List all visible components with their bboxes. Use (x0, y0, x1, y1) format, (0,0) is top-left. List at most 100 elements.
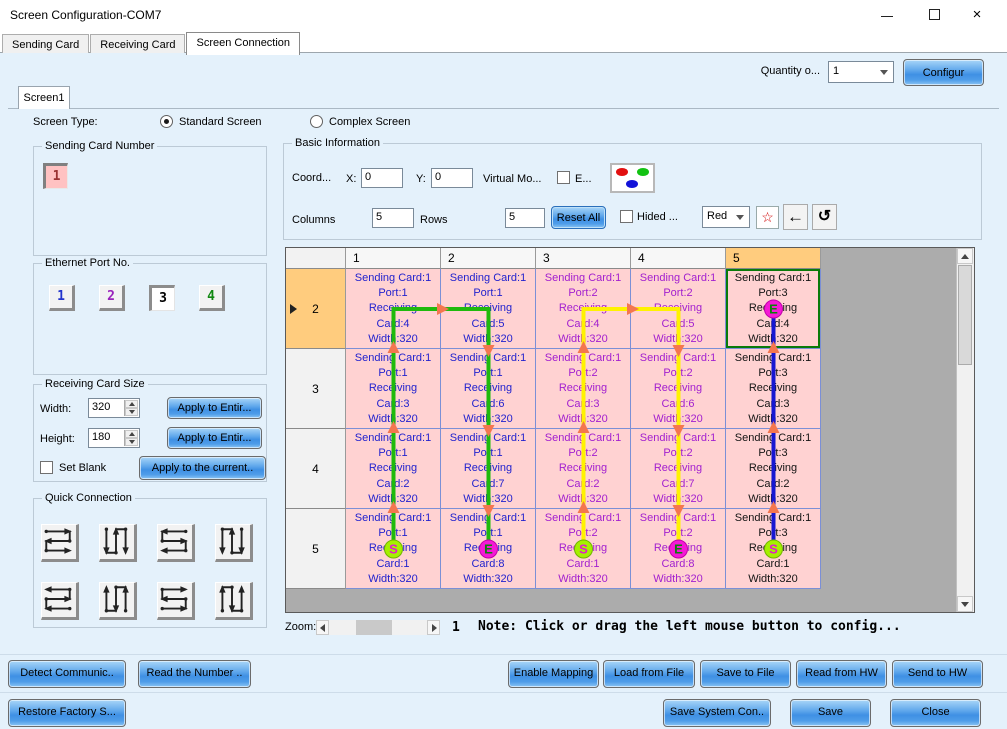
save-system-con-button[interactable]: Save System Con.. (663, 699, 771, 727)
apply-width-button[interactable]: Apply to Entir... (167, 397, 262, 419)
send-to-hw-button[interactable]: Send to HW (892, 660, 983, 688)
horizontal-bottom-left-icon (158, 583, 190, 615)
main-tab-screen-connection[interactable]: Screen Connection (186, 32, 300, 55)
grid-column-header-3[interactable]: 3 (536, 248, 631, 269)
grid-cell-row5-col4[interactable]: Sending Card:1Port:2ReceivingCard:8Width… (631, 509, 726, 589)
grid-column-header-2[interactable]: 2 (441, 248, 536, 269)
grid-cell-row3-col1[interactable]: Sending Card:1Port:1ReceivingCard:3Width… (346, 349, 441, 429)
quick-connection-vertical-bottom-left-button[interactable] (215, 582, 253, 620)
grid-row-header-3[interactable]: 3 (286, 349, 346, 429)
radio-complex-screen[interactable] (310, 115, 323, 128)
mark-star-button[interactable]: ☆ (756, 206, 779, 229)
read-from-hw-button[interactable]: Read from HW (796, 660, 887, 688)
quick-connection-horizontal-bottom-right-button[interactable] (41, 582, 79, 620)
line-color-select[interactable]: Red (702, 206, 750, 228)
grid-column-header-4[interactable]: 4 (631, 248, 726, 269)
configure-button[interactable]: Configur (903, 59, 984, 86)
columns-input[interactable]: 5 (372, 208, 414, 228)
close-button[interactable]: Close (890, 699, 981, 727)
quick-connection-vertical-bottom-right-button[interactable] (99, 582, 137, 620)
virtual-pixel-button[interactable] (610, 163, 655, 193)
scrollbar-thumb[interactable] (958, 265, 972, 365)
quick-connection-panel: Quick Connection (33, 498, 267, 628)
height-input[interactable]: 180 (88, 428, 140, 448)
grid-column-header-5[interactable]: 5 (726, 248, 821, 269)
quick-connection-vertical-top-right-button[interactable] (215, 524, 253, 562)
grid-cell-row3-col3[interactable]: Sending Card:1Port:2ReceivingCard:3Width… (536, 349, 631, 429)
grid-cell-row2-col5[interactable]: Sending Card:1Port:3ReceivingCard:4Width… (726, 269, 821, 349)
radio-standard-screen[interactable] (160, 115, 173, 128)
grid-cell-row4-col4[interactable]: Sending Card:1Port:2ReceivingCard:7Width… (631, 429, 726, 509)
grid-cell-row5-col1[interactable]: Sending Card:1Port:1ReceivingCard:1Width… (346, 509, 441, 589)
save-to-file-button[interactable]: Save to File (700, 660, 791, 688)
save-button[interactable]: Save (790, 699, 871, 727)
load-from-file-button[interactable]: Load from File (603, 660, 695, 688)
grid-row-header-4[interactable]: 4 (286, 429, 346, 509)
zoom-slider-left-button[interactable] (316, 620, 329, 635)
reset-all-button[interactable]: Reset All (551, 206, 606, 229)
ethernet-port-4-button[interactable]: 4 (199, 285, 225, 311)
quantity-select[interactable]: 1 (828, 61, 894, 83)
maximize-button[interactable] (917, 1, 951, 29)
rows-label: Rows (420, 214, 448, 226)
grid-cell-line: Card:1 (726, 557, 820, 572)
grid-cell-line: Sending Card:1 (536, 431, 630, 446)
grid-cell-row2-col3[interactable]: Sending Card:1Port:2ReceivingCard:4Width… (536, 269, 631, 349)
quick-connection-horizontal-top-left-button[interactable] (41, 524, 79, 562)
x-input[interactable]: 0 (361, 168, 403, 188)
undo-button[interactable]: ↺ (812, 204, 837, 230)
ethernet-port-1-button[interactable]: 1 (49, 285, 75, 311)
scroll-down-button[interactable] (957, 596, 973, 612)
grid-row-header-2[interactable]: 2 (286, 269, 346, 349)
grid-cell-row2-col2[interactable]: Sending Card:1Port:1ReceivingCard:5Width… (441, 269, 536, 349)
minimize-button[interactable] (870, 1, 904, 29)
ethernet-port-3-button[interactable]: 3 (149, 285, 175, 311)
height-spinner[interactable] (124, 430, 138, 446)
grid-cell-row4-col2[interactable]: Sending Card:1Port:1ReceivingCard:7Width… (441, 429, 536, 509)
quick-connection-horizontal-top-right-button[interactable] (157, 524, 195, 562)
grid-column-header-1[interactable]: 1 (346, 248, 441, 269)
apply-current-button[interactable]: Apply to the current.. (139, 456, 266, 480)
grid-cell-line: Sending Card:1 (726, 431, 820, 446)
read-the-number-button[interactable]: Read the Number .. (138, 660, 251, 688)
grid-cell-row2-col4[interactable]: Sending Card:1Port:2ReceivingCard:5Width… (631, 269, 726, 349)
grid-cell-row3-col4[interactable]: Sending Card:1Port:2ReceivingCard:6Width… (631, 349, 726, 429)
rows-input[interactable]: 5 (505, 208, 545, 228)
grid-cell-line: Card:1 (346, 557, 440, 572)
grid-cell-row4-col5[interactable]: Sending Card:1Port:3ReceivingCard:2Width… (726, 429, 821, 509)
zoom-slider-thumb[interactable] (356, 620, 392, 635)
width-input[interactable]: 320 (88, 398, 140, 418)
apply-height-button[interactable]: Apply to Entir... (167, 427, 262, 449)
main-tab-receiving-card[interactable]: Receiving Card (90, 34, 185, 55)
grid-cell-row3-col5[interactable]: Sending Card:1Port:3ReceivingCard:3Width… (726, 349, 821, 429)
grid-cell-row4-col1[interactable]: Sending Card:1Port:1ReceivingCard:2Width… (346, 429, 441, 509)
zoom-slider[interactable] (316, 620, 440, 635)
quick-connection-horizontal-bottom-left-button[interactable] (157, 582, 195, 620)
grid-vertical-scrollbar[interactable] (956, 248, 974, 612)
hided-checkbox[interactable] (620, 210, 633, 223)
grid-row-header-5[interactable]: 5 (286, 509, 346, 589)
zoom-slider-right-button[interactable] (427, 620, 440, 635)
close-window-button[interactable]: × (960, 1, 994, 29)
grid-cell-row3-col2[interactable]: Sending Card:1Port:1ReceivingCard:6Width… (441, 349, 536, 429)
grid-cell-row5-col2[interactable]: Sending Card:1Port:1ReceivingCard:8Width… (441, 509, 536, 589)
grid-cell-row4-col3[interactable]: Sending Card:1Port:2ReceivingCard:2Width… (536, 429, 631, 509)
main-tab-sending-card[interactable]: Sending Card (2, 34, 89, 55)
tab-screen1[interactable]: Screen1 (18, 86, 70, 109)
y-input[interactable]: 0 (431, 168, 473, 188)
grid-cell-row5-col3[interactable]: Sending Card:1Port:2ReceivingCard:1Width… (536, 509, 631, 589)
restore-factory-s-button[interactable]: Restore Factory S... (8, 699, 126, 727)
enable-virtual-checkbox[interactable] (557, 171, 570, 184)
grid-cell-row5-col5[interactable]: Sending Card:1Port:3ReceivingCard:1Width… (726, 509, 821, 589)
sending-card-1[interactable]: 1 (43, 163, 68, 189)
detect-communic-button[interactable]: Detect Communic.. (8, 660, 126, 688)
set-blank-checkbox[interactable] (40, 461, 53, 474)
quick-connection-vertical-top-left-button[interactable] (99, 524, 137, 562)
ethernet-port-2-button[interactable]: 2 (99, 285, 125, 311)
enable-mapping-button[interactable]: Enable Mapping (508, 660, 599, 688)
connection-grid[interactable]: 123452Sending Card:1Port:1ReceivingCard:… (285, 247, 975, 613)
back-arrow-button[interactable]: ← (783, 204, 808, 230)
scroll-up-button[interactable] (957, 248, 973, 264)
grid-cell-row2-col1[interactable]: Sending Card:1Port:1ReceivingCard:4Width… (346, 269, 441, 349)
width-spinner[interactable] (124, 400, 138, 416)
